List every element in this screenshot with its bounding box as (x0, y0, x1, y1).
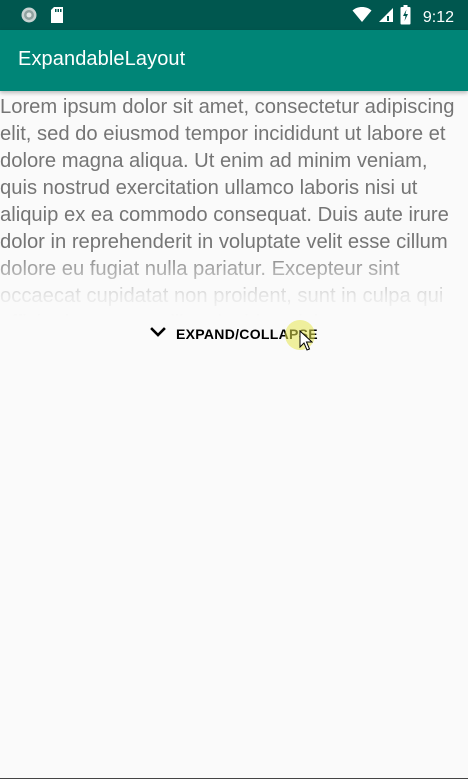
cell-signal-icon (378, 6, 394, 29)
app-title: ExpandableLayout (18, 48, 186, 70)
status-time: 9:12 (422, 8, 454, 26)
app-notification-icon (20, 6, 38, 29)
chevron-down-icon (150, 325, 166, 343)
screen: 9:12 ExpandableLayout Lorem ipsum dolor … (0, 0, 468, 779)
sd-card-icon (50, 6, 64, 29)
status-bar: 9:12 (0, 0, 468, 30)
battery-icon (400, 5, 411, 30)
app-bar: ExpandableLayout (0, 30, 468, 91)
lorem-text: Lorem ipsum dolor sit amet, consectetur … (0, 96, 455, 317)
status-bar-left (20, 6, 64, 29)
expandable-layout: Lorem ipsum dolor sit amet, consectetur … (0, 91, 468, 317)
mouse-pointer-icon (299, 329, 314, 357)
status-bar-right: 9:12 (352, 5, 454, 30)
wifi-icon (352, 6, 372, 29)
